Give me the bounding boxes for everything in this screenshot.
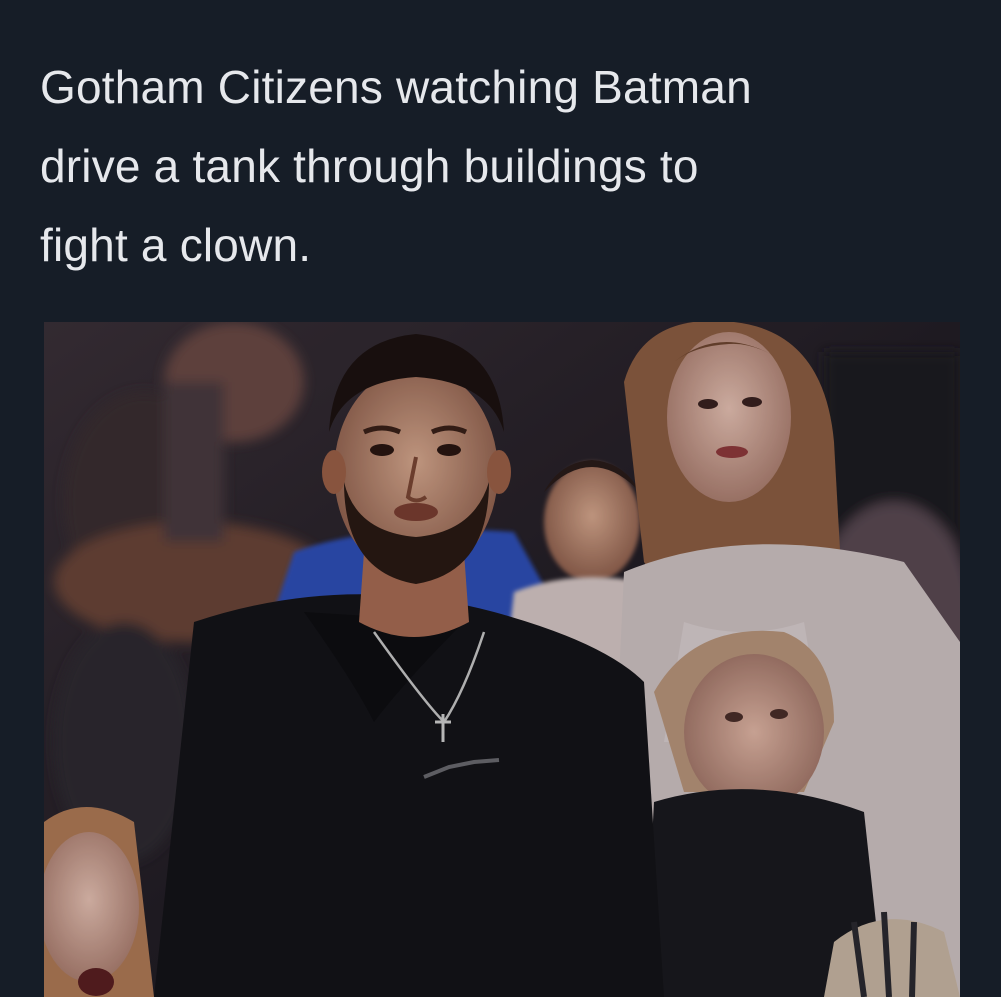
- meme-caption: Gotham Citizens watching Batman drive a …: [40, 48, 940, 285]
- caption-line-1: Gotham Citizens watching Batman: [40, 61, 752, 113]
- caption-line-3: fight a clown.: [40, 219, 312, 271]
- crowd-photo-illustration: [44, 322, 960, 997]
- meme-post: Gotham Citizens watching Batman drive a …: [0, 0, 1001, 997]
- caption-line-2: drive a tank through buildings to: [40, 140, 699, 192]
- crowd-photo: [44, 322, 960, 997]
